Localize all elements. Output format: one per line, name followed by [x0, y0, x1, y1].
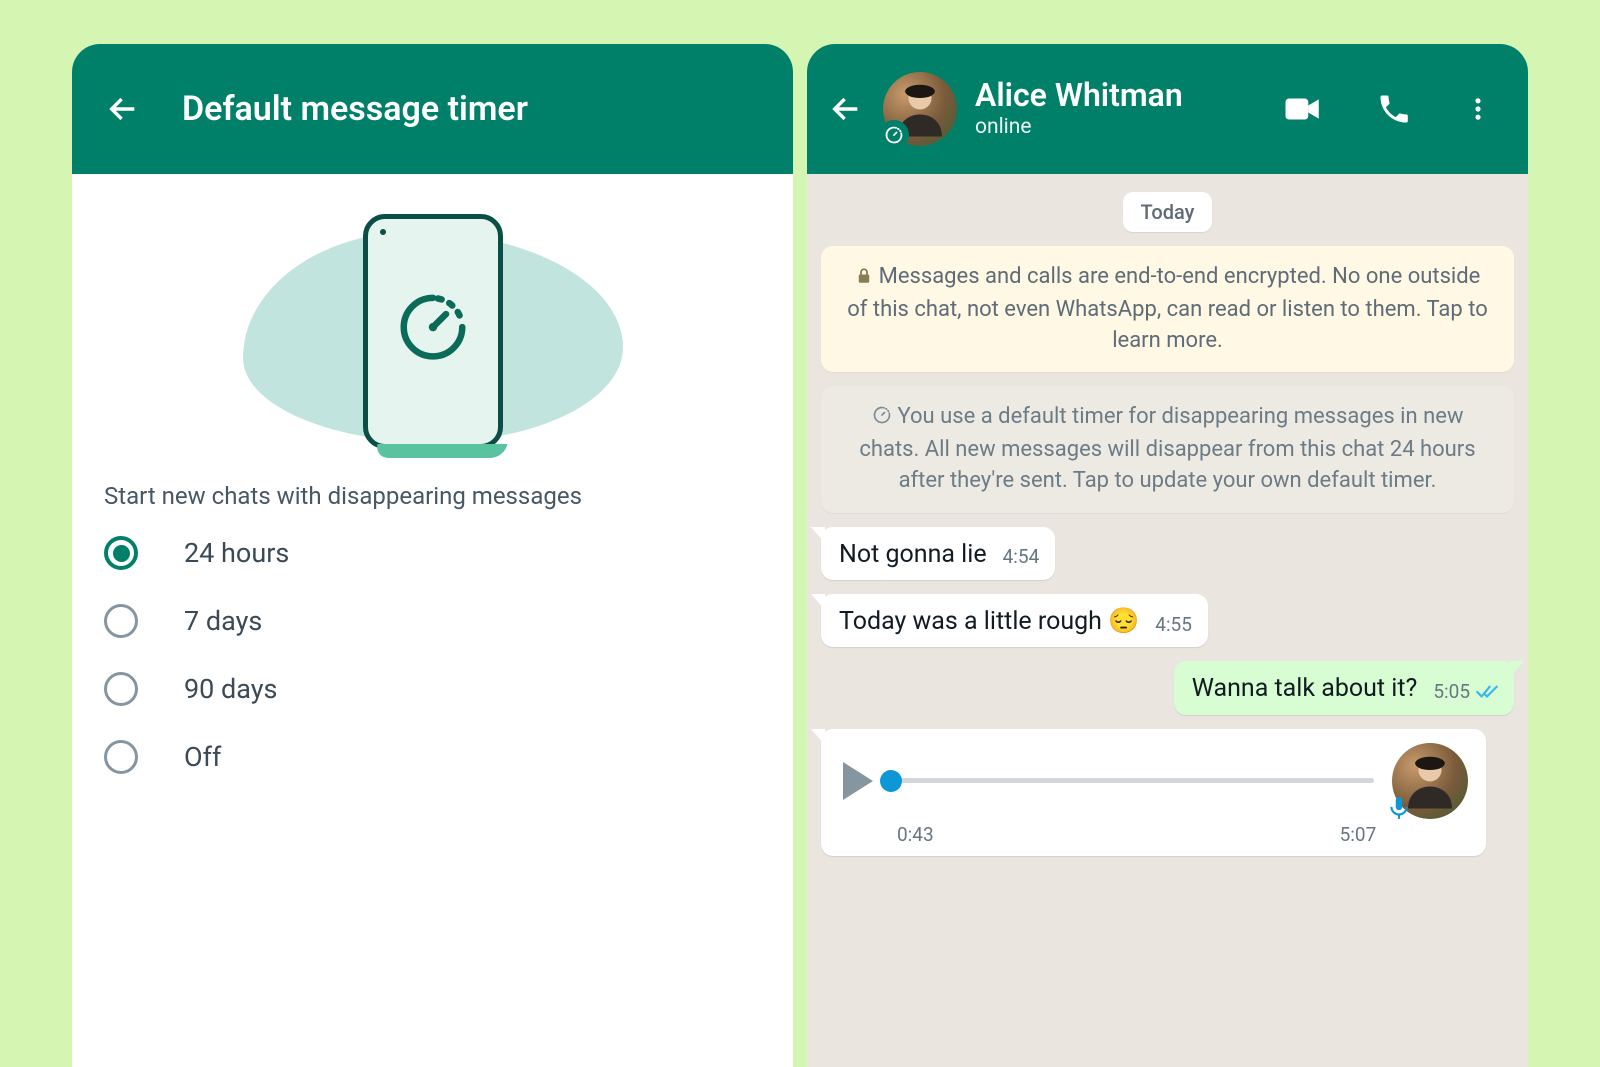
chat-panel: Alice Whitman online Today Messages and …: [807, 44, 1528, 1067]
more-vertical-icon: [1464, 95, 1492, 123]
voice-elapsed: 0:43: [897, 823, 934, 846]
timer-notice[interactable]: You use a default timer for disappearing…: [821, 386, 1514, 512]
timer-icon: [394, 288, 472, 366]
microphone-icon: [1386, 795, 1412, 821]
timer-option-90-days[interactable]: 90 days: [104, 672, 767, 706]
radio-icon: [104, 536, 138, 570]
timer-icon: [872, 405, 892, 425]
video-camera-icon: [1282, 88, 1324, 130]
timer-illustration: [98, 192, 767, 462]
message-time: 4:55: [1155, 613, 1192, 638]
message-bubble-in[interactable]: Not gonna lie 4:54: [821, 527, 1055, 580]
voice-total: 5:07: [1340, 823, 1377, 846]
chat-header: Alice Whitman online: [807, 44, 1528, 174]
message-bubble-in[interactable]: Today was a little rough 😔 4:55: [821, 594, 1208, 647]
section-label: Start new chats with disappearing messag…: [104, 482, 767, 510]
timer-option-7-days[interactable]: 7 days: [104, 604, 767, 638]
encryption-notice[interactable]: Messages and calls are end-to-end encryp…: [821, 246, 1514, 372]
lock-icon: [855, 267, 873, 285]
read-receipt-icon: [1476, 684, 1498, 700]
settings-title: Default message timer: [182, 89, 528, 129]
video-call-button[interactable]: [1276, 82, 1330, 136]
back-button[interactable]: [823, 91, 869, 127]
timer-option-off[interactable]: Off: [104, 740, 767, 774]
timer-notice-text: You use a default timer for disappearing…: [859, 404, 1475, 493]
radio-icon: [104, 604, 138, 638]
message-text: Wanna talk about it?: [1192, 673, 1418, 704]
chat-body[interactable]: Today Messages and calls are end-to-end …: [807, 174, 1528, 1067]
radio-label: 90 days: [184, 673, 277, 705]
contact-status: online: [975, 115, 1276, 139]
settings-body: Start new chats with disappearing messag…: [72, 174, 793, 1067]
timer-option-24-hours[interactable]: 24 hours: [104, 536, 767, 570]
contact-avatar[interactable]: [883, 72, 957, 146]
arrow-left-icon: [106, 92, 140, 126]
voice-thumb[interactable]: [880, 770, 902, 792]
settings-header: Default message timer: [72, 44, 793, 174]
timer-radio-group: 24 hours 7 days 90 days Off: [98, 536, 767, 774]
message-time: 5:05: [1433, 680, 1498, 705]
radio-label: 7 days: [184, 605, 262, 637]
date-pill: Today: [1123, 192, 1213, 232]
message-time: 4:54: [1003, 545, 1040, 570]
radio-icon: [104, 672, 138, 706]
disappearing-badge: [879, 120, 909, 150]
message-bubble-out[interactable]: Wanna talk about it? 5:05: [1174, 661, 1514, 714]
encryption-text: Messages and calls are end-to-end encryp…: [847, 264, 1488, 353]
voice-track[interactable]: [891, 778, 1374, 783]
arrow-left-icon: [829, 92, 863, 126]
phone-icon: [1376, 91, 1412, 127]
menu-button[interactable]: [1458, 89, 1498, 129]
timer-icon: [884, 125, 904, 145]
voice-avatar: [1392, 743, 1468, 819]
radio-label: Off: [184, 741, 221, 773]
message-text: Today was a little rough 😔: [839, 606, 1139, 637]
voice-message[interactable]: 0:43 5:07: [821, 729, 1486, 856]
back-button[interactable]: [100, 91, 146, 127]
play-button[interactable]: [843, 762, 873, 800]
contact-info[interactable]: Alice Whitman online: [975, 79, 1276, 139]
settings-panel: Default message timer Start new chats wi…: [72, 44, 793, 1067]
voice-call-button[interactable]: [1370, 85, 1418, 133]
message-text: Not gonna lie: [839, 539, 987, 570]
radio-label: 24 hours: [184, 537, 289, 569]
chat-header-actions: [1276, 82, 1498, 136]
contact-name: Alice Whitman: [975, 79, 1276, 113]
radio-icon: [104, 740, 138, 774]
